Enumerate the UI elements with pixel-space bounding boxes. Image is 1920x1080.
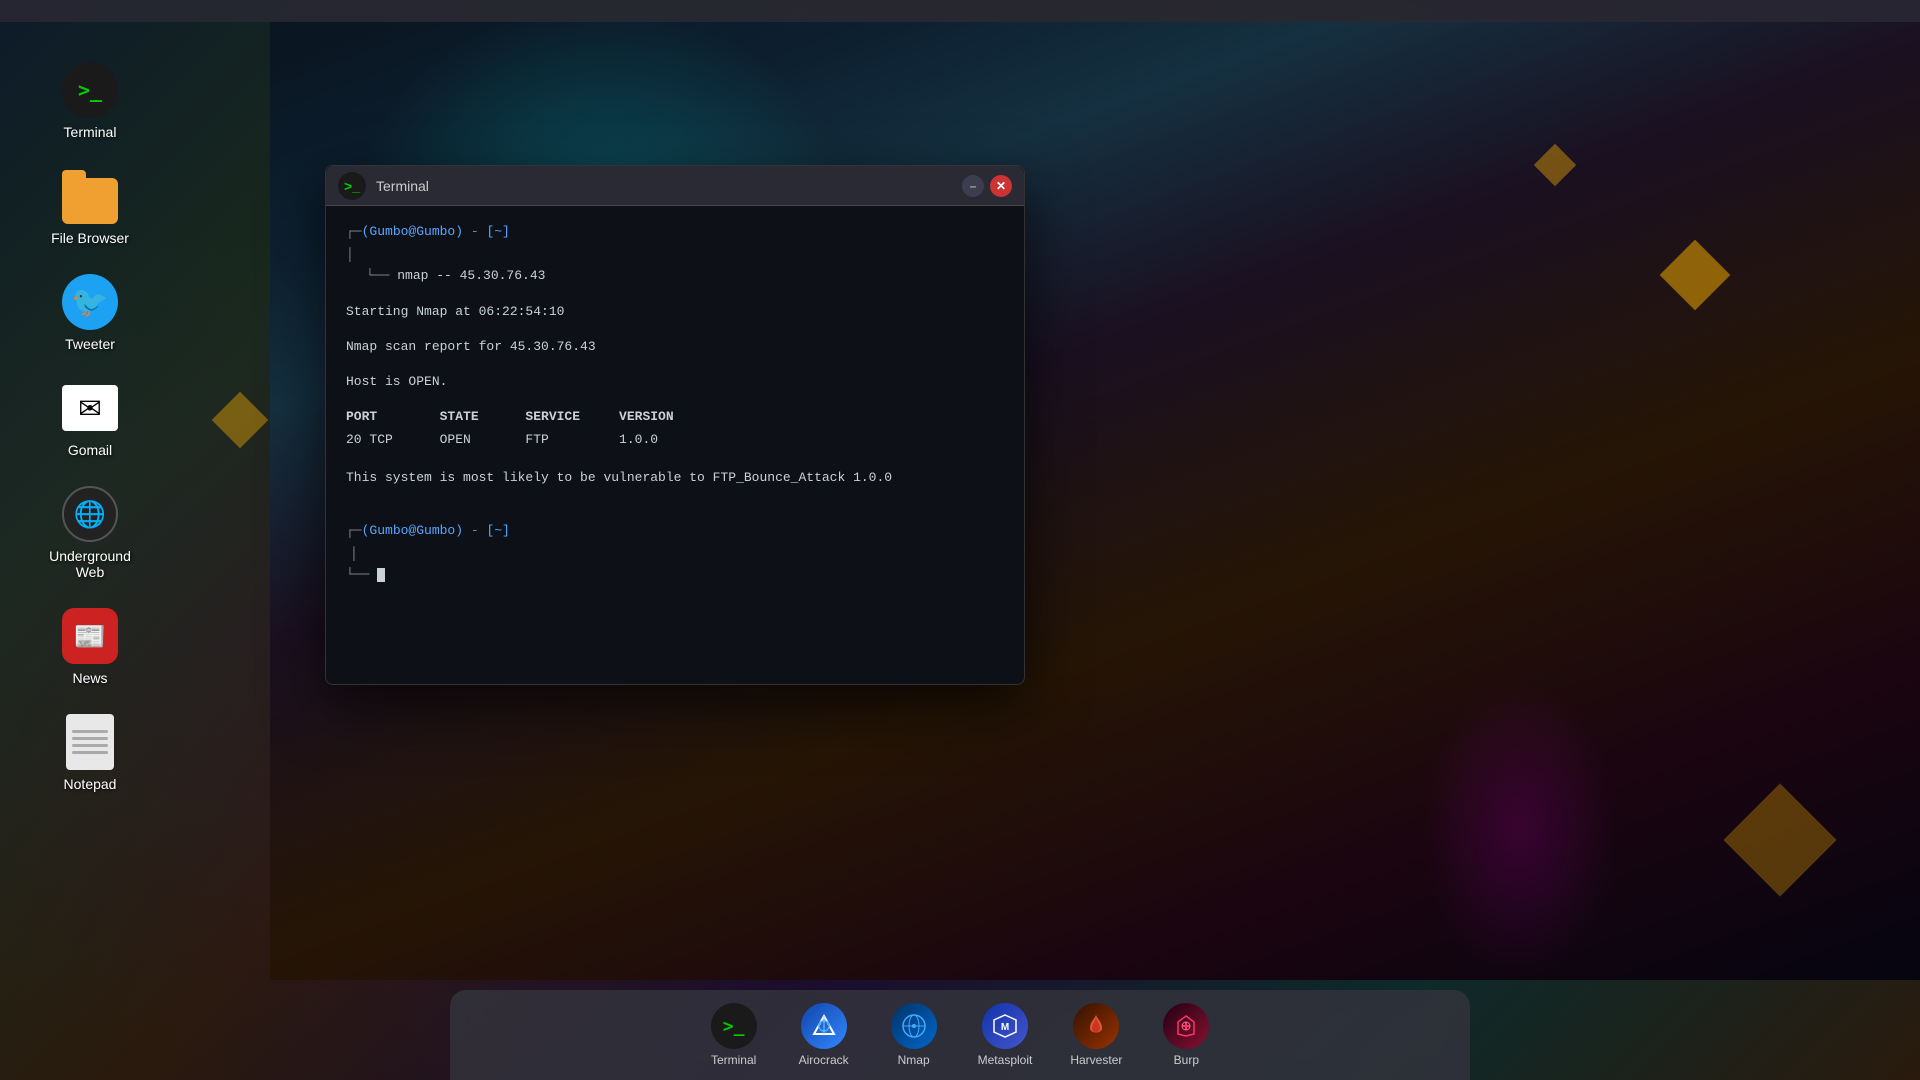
taskbar-metasploit-icon: M (982, 1003, 1028, 1049)
terminal-controls: – ✕ (962, 175, 1012, 197)
desktop-icon-underground-web-label: Underground Web (35, 548, 145, 580)
terminal-body[interactable]: ┌─(Gumbo@Gumbo) - [~] │ └── nmap -- 45.3… (326, 206, 1024, 684)
terminal-line-1: ┌─(Gumbo@Gumbo) - [~] (346, 222, 1004, 243)
taskbar-item-harvester[interactable]: Harvester (1056, 995, 1136, 1075)
taskbar-terminal-label: Terminal (711, 1053, 756, 1067)
terminal-cursor-line: │ (346, 544, 1004, 565)
terminal-cursor (377, 568, 385, 582)
terminal-output-report: Nmap scan report for 45.30.76.43 (346, 337, 1004, 358)
taskbar-harvester-label: Harvester (1070, 1053, 1122, 1067)
terminal-output-vulnerable: This system is most likely to be vulnera… (346, 468, 1004, 489)
desktop-icon-gomail[interactable]: ✉ Gomail (20, 370, 160, 468)
taskbar-burp-icon (1163, 1003, 1209, 1049)
desktop-icon-underground-web[interactable]: 🌐 Underground Web (20, 476, 160, 590)
terminal-window: >_ Terminal – ✕ ┌─(Gumbo@Gumbo) - [~] │ … (325, 165, 1025, 685)
desktop-icon-tweeter-label: Tweeter (65, 336, 115, 352)
gomail-icon: ✉ (62, 380, 118, 436)
svg-text:M: M (1001, 1022, 1009, 1033)
terminal-output-host: Host is OPEN. (346, 372, 1004, 393)
desktop-icon-news[interactable]: 📰 News (20, 598, 160, 696)
terminal-line-2: │ (346, 245, 1004, 266)
desktop-icon-news-label: News (72, 670, 107, 686)
taskbar-harvester-icon (1073, 1003, 1119, 1049)
terminal-icon: >_ (62, 62, 118, 118)
terminal-line-prompt2: ┌─(Gumbo@Gumbo) - [~] (346, 521, 1004, 542)
desktop-sidebar: >_ Terminal File Browser 🐦 Tweeter ✉ Gom… (0, 22, 180, 1080)
desktop-icon-terminal-label: Terminal (64, 124, 117, 140)
taskbar-burp-label: Burp (1174, 1053, 1199, 1067)
taskbar-item-metasploit[interactable]: M Metasploit (964, 995, 1047, 1075)
taskbar-item-nmap[interactable]: Nmap (874, 995, 954, 1075)
taskbar-item-terminal[interactable]: >_ Terminal (694, 995, 774, 1075)
topbar (0, 0, 1920, 22)
news-icon: 📰 (62, 608, 118, 664)
taskbar: >_ Terminal Airocrack Nmap (450, 990, 1470, 1080)
desktop-icon-notepad[interactable]: Notepad (20, 704, 160, 802)
desktop-icon-file-browser-label: File Browser (51, 230, 129, 246)
terminal-output-starting: Starting Nmap at 06:22:54:10 (346, 302, 1004, 323)
taskbar-nmap-label: Nmap (898, 1053, 930, 1067)
desktop-icon-tweeter[interactable]: 🐦 Tweeter (20, 264, 160, 362)
terminal-line-cmd: └── nmap -- 45.30.76.43 (346, 266, 1004, 287)
taskbar-item-airocrack[interactable]: Airocrack (784, 995, 864, 1075)
taskbar-nmap-icon (891, 1003, 937, 1049)
taskbar-metasploit-label: Metasploit (978, 1053, 1033, 1067)
taskbar-airocrack-label: Airocrack (799, 1053, 849, 1067)
desktop-icon-gomail-label: Gomail (68, 442, 112, 458)
terminal-close-button[interactable]: ✕ (990, 175, 1012, 197)
taskbar-airocrack-icon (801, 1003, 847, 1049)
notepad-icon (62, 714, 118, 770)
terminal-minimize-button[interactable]: – (962, 175, 984, 197)
terminal-titlebar[interactable]: >_ Terminal – ✕ (326, 166, 1024, 206)
terminal-window-title: Terminal (376, 178, 952, 194)
terminal-table-row: 20 TCP OPEN FTP 1.0.0 (346, 430, 1004, 451)
file-browser-icon (62, 168, 118, 224)
terminal-input-line: └── (346, 565, 1004, 586)
desktop-icon-file-browser[interactable]: File Browser (20, 158, 160, 256)
terminal-titlebar-icon: >_ (338, 172, 366, 200)
tweeter-icon: 🐦 (62, 274, 118, 330)
taskbar-item-burp[interactable]: Burp (1146, 995, 1226, 1075)
desktop-icon-notepad-label: Notepad (64, 776, 117, 792)
terminal-table-header: PORT STATE SERVICE VERSION (346, 407, 1004, 428)
taskbar-terminal-icon: >_ (711, 1003, 757, 1049)
desktop-icon-terminal[interactable]: >_ Terminal (20, 52, 160, 150)
underground-web-icon: 🌐 (62, 486, 118, 542)
